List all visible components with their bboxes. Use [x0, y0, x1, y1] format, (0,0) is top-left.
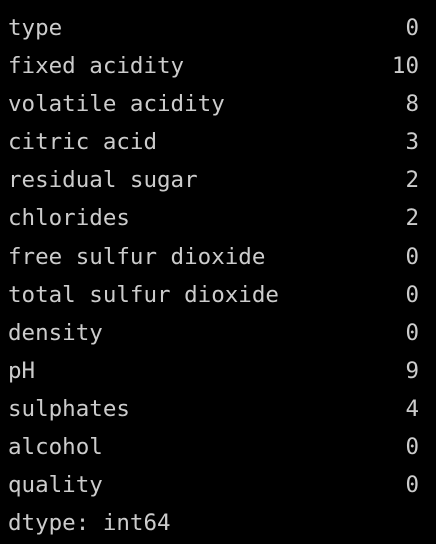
row-value: 2: [405, 167, 419, 194]
series-row-residual-sugar: residual sugar 2: [8, 161, 436, 199]
series-row-quality: quality 0: [8, 466, 436, 504]
series-row-ph: pH 9: [8, 352, 436, 390]
row-value: 4: [405, 395, 419, 422]
series-row-alcohol: alcohol 0: [8, 428, 436, 466]
series-row-total-sulfur-dioxide: total sulfur dioxide 0: [8, 276, 436, 314]
series-row-fixed-acidity: fixed acidity 10: [8, 47, 436, 85]
series-row-volatile-acidity: volatile acidity 8: [8, 85, 436, 123]
row-label: sulphates: [8, 395, 130, 422]
row-label: quality: [8, 472, 103, 499]
row-value: 0: [405, 472, 419, 499]
row-value: 0: [405, 434, 419, 461]
series-row-sulphates: sulphates 4: [8, 390, 436, 428]
row-label: chlorides: [8, 205, 130, 232]
row-label: volatile acidity: [8, 91, 225, 118]
row-label: total sulfur dioxide: [8, 281, 279, 308]
series-row-type: type 0: [8, 9, 436, 47]
series-row-free-sulfur-dioxide: free sulfur dioxide 0: [8, 238, 436, 276]
row-value: 8: [405, 91, 419, 118]
row-value: 3: [405, 129, 419, 156]
row-value: 2: [405, 205, 419, 232]
series-row-chlorides: chlorides 2: [8, 199, 436, 237]
row-label: citric acid: [8, 129, 158, 156]
row-label: free sulfur dioxide: [8, 243, 266, 270]
row-value: 0: [405, 319, 419, 346]
series-row-density: density 0: [8, 314, 436, 352]
series-output: type 0 fixed acidity 10 volatile acidity…: [0, 0, 436, 544]
row-label: type: [8, 15, 63, 41]
dtype-line: dtype: int64: [8, 510, 171, 537]
row-label: pH: [8, 357, 36, 384]
row-label: density: [8, 319, 103, 346]
row-value: 0: [405, 243, 419, 270]
row-label: alcohol: [8, 434, 103, 461]
row-label: residual sugar: [8, 167, 198, 194]
series-row-citric-acid: citric acid 3: [8, 123, 436, 161]
row-value: 10: [391, 53, 419, 80]
row-value: 0: [405, 281, 419, 308]
row-value: 9: [405, 357, 419, 384]
row-value: 0: [405, 15, 419, 41]
row-label: fixed acidity: [8, 53, 185, 80]
